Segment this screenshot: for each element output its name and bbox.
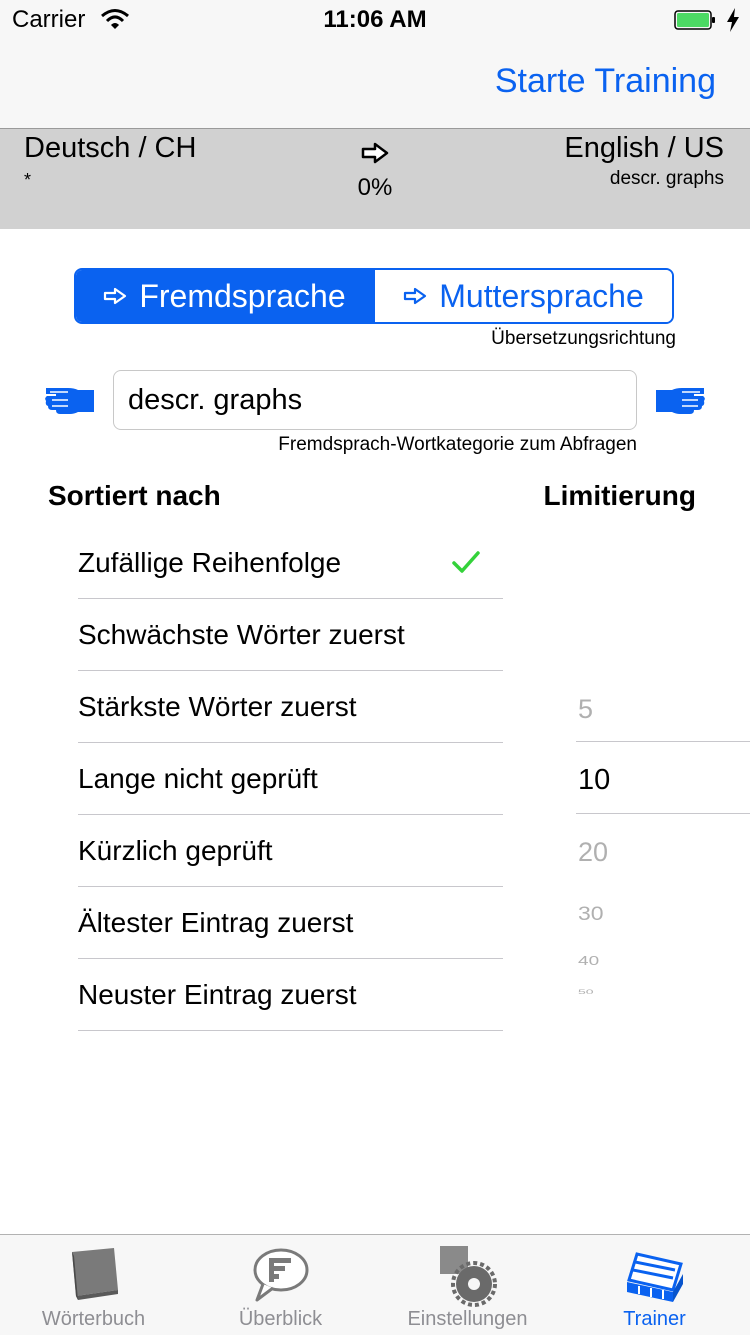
sort-option-weakest-first[interactable]: Schwächste Wörter zuerst [78, 599, 503, 671]
segment-muttersprache[interactable]: Muttersprache [373, 270, 672, 322]
limit-option[interactable]: 30 [578, 902, 604, 925]
limit-selected-value[interactable]: 10 [578, 764, 610, 797]
sort-option-newest-first[interactable]: Neuster Eintrag zuerst [78, 959, 503, 1031]
sort-option-label: Neuster Eintrag zuerst [78, 978, 357, 1010]
book-icon [71, 1248, 118, 1300]
tab-ueberblick[interactable]: Überblick [187, 1234, 374, 1334]
pointing-hand-left-icon[interactable] [44, 382, 96, 418]
source-language: Deutsch / CH [24, 132, 197, 164]
sort-option-strongest-first[interactable]: Stärkste Wörter zuerst [78, 671, 503, 743]
segment-label: Muttersprache [439, 277, 644, 314]
sort-option-label: Ältester Eintrag zuerst [78, 906, 354, 938]
category-caption: Fremdsprach-Wortkategorie zum Abfragen [278, 434, 637, 455]
speech-bubble-list-icon [253, 1248, 308, 1302]
tab-label: Trainer [623, 1308, 686, 1330]
limit-option[interactable]: 20 [578, 837, 608, 868]
sort-option-recently-checked[interactable]: Kürzlich geprüft [78, 815, 503, 887]
sort-option-random[interactable]: Zufällige Reihenfolge [78, 527, 503, 599]
direction-arrow-icon [361, 142, 389, 164]
segment-label: Fremdsprache [139, 277, 346, 314]
sort-options-list: Zufällige Reihenfolge Schwächste Wörter … [78, 527, 503, 1031]
translation-direction-control: Fremdsprache Muttersprache [74, 268, 674, 324]
picker-selection-line-bottom [576, 813, 750, 814]
sort-heading: Sortiert nach [48, 480, 221, 511]
target-language: English / US [564, 132, 724, 164]
tab-label: Einstellungen [407, 1308, 528, 1330]
checkmark-icon [452, 551, 480, 573]
limit-option[interactable]: 40 [578, 954, 599, 969]
category-input[interactable]: descr. graphs [113, 370, 637, 430]
tab-label: Überblick [238, 1308, 323, 1330]
sort-option-long-not-checked[interactable]: Lange nicht geprüft [78, 743, 503, 815]
card-box-icon [626, 1252, 683, 1302]
battery-icon [674, 10, 715, 30]
arrow-icon [404, 287, 427, 305]
gears-icon [439, 1246, 497, 1307]
charging-bolt-icon [727, 8, 739, 32]
sort-option-label: Lange nicht geprüft [78, 762, 318, 794]
direction-caption: Übersetzungsrichtung [491, 328, 676, 349]
start-training-button[interactable]: Starte Training [495, 62, 716, 101]
limit-option[interactable]: 50 [578, 988, 594, 995]
pointing-hand-right-icon[interactable] [654, 382, 706, 418]
arrow-icon [104, 287, 127, 305]
tab-label: Wörterbuch [41, 1308, 146, 1330]
limit-option[interactable]: 5 [578, 694, 593, 725]
training-progress: 0% [357, 174, 393, 201]
sort-option-label: Schwächste Wörter zuerst [78, 618, 405, 650]
segment-fremdsprache[interactable]: Fremdsprache [76, 270, 373, 322]
sort-option-label: Stärkste Wörter zuerst [78, 690, 357, 722]
tab-einstellungen[interactable]: Einstellungen [374, 1234, 561, 1334]
sort-option-oldest-first[interactable]: Ältester Eintrag zuerst [78, 887, 503, 959]
picker-selection-line-top [576, 741, 750, 742]
limit-heading: Limitierung [543, 480, 696, 511]
sort-option-label: Zufällige Reihenfolge [78, 546, 342, 578]
tab-trainer[interactable]: Trainer [561, 1234, 748, 1334]
status-time: 11:06 AM [323, 6, 427, 33]
tab-woerterbuch[interactable]: Wörterbuch [0, 1234, 187, 1334]
sort-option-label: Kürzlich geprüft [78, 834, 273, 866]
